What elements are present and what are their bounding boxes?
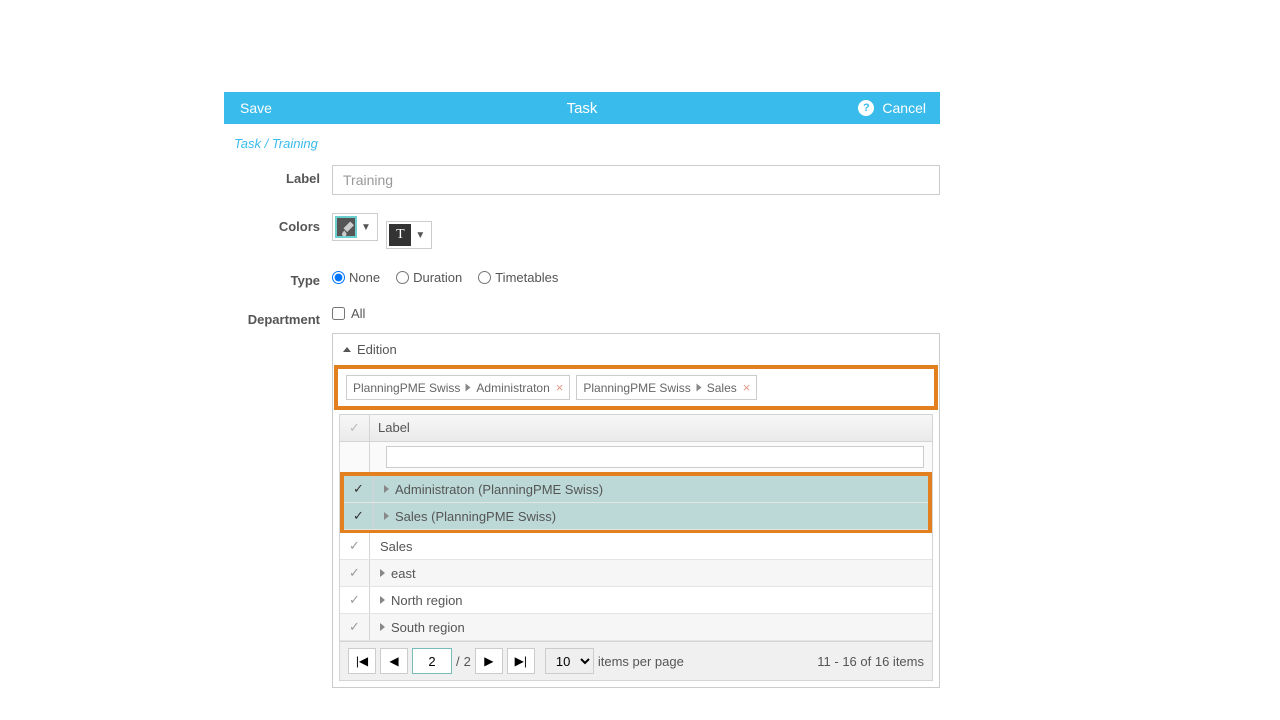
filter-row xyxy=(340,442,932,473)
cancel-label: Cancel xyxy=(882,100,926,116)
radio-timetables[interactable]: Timetables xyxy=(478,270,558,285)
fill-color-picker[interactable]: ▼ xyxy=(332,213,378,241)
table-row[interactable]: ✓ Sales (PlanningPME Swiss) xyxy=(344,503,928,530)
table-row[interactable]: ✓ east xyxy=(340,560,932,587)
dialog-title: Task xyxy=(567,100,598,117)
remove-tag-icon[interactable]: × xyxy=(743,380,751,395)
table-row[interactable]: ✓ North region xyxy=(340,587,932,614)
column-header-label[interactable]: Label xyxy=(370,415,932,441)
task-dialog: Save Task ? Cancel Task / Training Label… xyxy=(224,92,940,706)
tag: PlanningPME SwissAdministraton × xyxy=(346,375,570,400)
section-toggle[interactable]: Edition xyxy=(333,334,939,365)
save-button[interactable]: Save xyxy=(224,100,288,116)
department-grid: ✓ Label ✓ Administraton (PlanningPME Swi… xyxy=(339,414,933,681)
tag: PlanningPME SwissSales × xyxy=(576,375,757,400)
per-page-label: items per page xyxy=(598,654,684,669)
label-colors: Colors xyxy=(224,213,332,249)
total-pages: 2 xyxy=(464,654,471,669)
text-color-swatch: T xyxy=(389,224,411,246)
department-picker: Edition PlanningPME SwissAdministraton ×… xyxy=(332,333,940,688)
table-row[interactable]: ✓ Administraton (PlanningPME Swiss) xyxy=(344,476,928,503)
label-label: Label xyxy=(224,165,332,195)
section-label: Edition xyxy=(357,342,397,357)
row-label: Label xyxy=(224,165,940,195)
page-input[interactable] xyxy=(412,648,452,674)
cancel-button[interactable]: ? Cancel xyxy=(858,100,940,116)
label-department: Department xyxy=(224,306,332,688)
label-input[interactable] xyxy=(332,165,940,195)
radio-duration[interactable]: Duration xyxy=(396,270,462,285)
text-color-picker[interactable]: T ▼ xyxy=(386,221,432,249)
page-size-select[interactable]: 10 xyxy=(545,648,594,674)
expand-icon[interactable] xyxy=(384,512,389,520)
separator-icon xyxy=(466,384,471,392)
all-label: All xyxy=(351,306,365,321)
label-type: Type xyxy=(224,267,332,288)
help-icon[interactable]: ? xyxy=(858,100,874,116)
label-filter-input[interactable] xyxy=(386,446,924,468)
page-separator: / xyxy=(456,654,460,669)
all-checkbox[interactable] xyxy=(332,307,345,320)
prev-page-button[interactable]: ◀ xyxy=(380,648,408,674)
pager-status: 11 - 16 of 16 items xyxy=(817,654,924,669)
next-page-button[interactable]: ▶ xyxy=(475,648,503,674)
pager: |◀ ◀ / 2 ▶ ▶| 10 items per page 11 - 16 … xyxy=(340,641,932,680)
selected-tags: PlanningPME SwissAdministraton × Plannin… xyxy=(334,365,938,410)
last-page-button[interactable]: ▶| xyxy=(507,648,535,674)
row-type: Type None Duration Timetables xyxy=(224,267,940,288)
expand-icon[interactable] xyxy=(380,569,385,577)
titlebar: Save Task ? Cancel xyxy=(224,92,940,124)
grid-header: ✓ Label xyxy=(340,415,932,442)
expand-icon[interactable] xyxy=(380,623,385,631)
select-all-checkbox[interactable]: ✓ xyxy=(340,415,370,441)
selected-rows-highlight: ✓ Administraton (PlanningPME Swiss) ✓ Sa… xyxy=(340,472,932,534)
row-department: Department All Edition PlanningPME Swiss… xyxy=(224,306,940,688)
first-page-button[interactable]: |◀ xyxy=(348,648,376,674)
remove-tag-icon[interactable]: × xyxy=(556,380,564,395)
radio-none[interactable]: None xyxy=(332,270,380,285)
expand-icon[interactable] xyxy=(380,596,385,604)
expand-icon[interactable] xyxy=(384,485,389,493)
caret-up-icon xyxy=(343,347,351,352)
table-row[interactable]: ✓ South region xyxy=(340,614,932,641)
separator-icon xyxy=(696,384,701,392)
chevron-down-icon: ▼ xyxy=(357,222,375,233)
breadcrumb[interactable]: Task / Training xyxy=(224,124,940,165)
chevron-down-icon: ▼ xyxy=(411,230,429,241)
table-row[interactable]: ✓ Sales xyxy=(340,533,932,560)
row-colors: Colors ▼ T ▼ xyxy=(224,213,940,249)
